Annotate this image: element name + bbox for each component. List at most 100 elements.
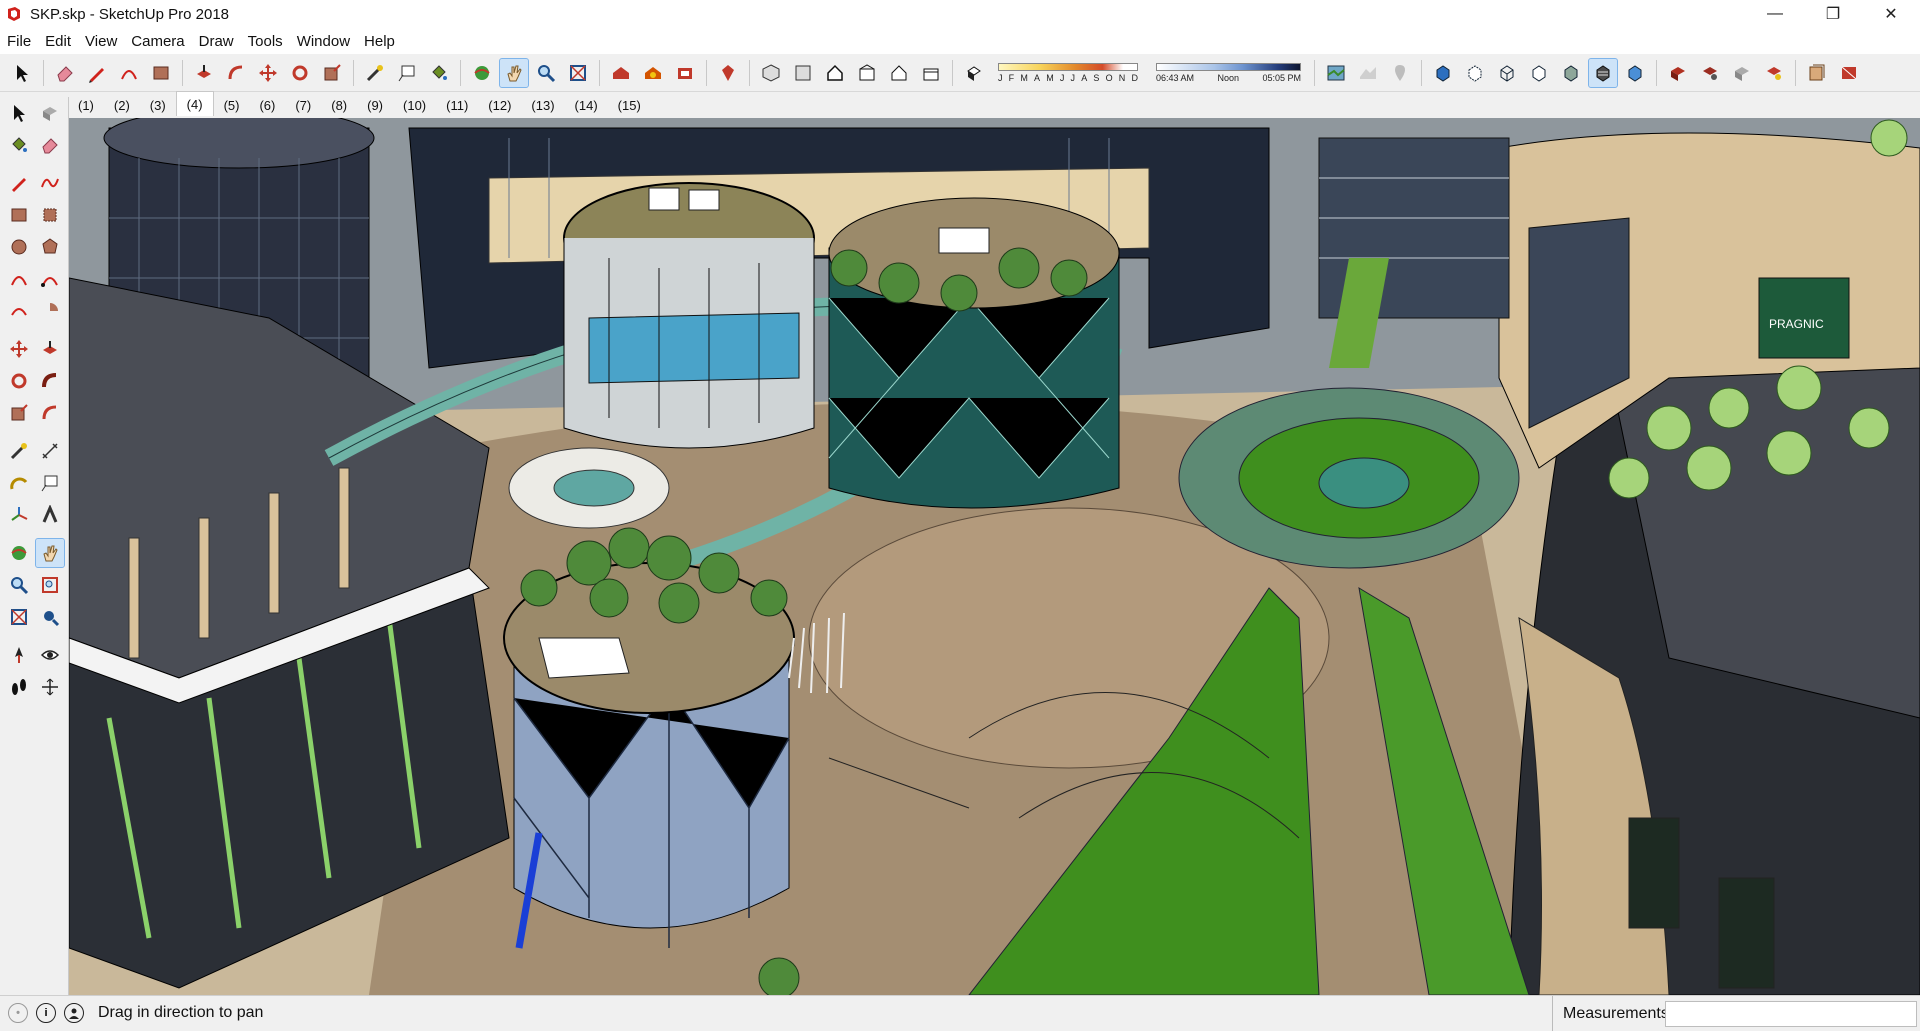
scene-tab-13[interactable]: (13) [521,94,564,116]
lt-previous-view-button[interactable] [36,603,64,631]
scene-tab-12[interactable]: (12) [478,94,521,116]
lt-follow-me-button[interactable] [36,367,64,395]
scene-tab-9[interactable]: (9) [357,94,393,116]
minimize-button[interactable]: — [1746,0,1804,28]
menu-file[interactable]: File [0,33,38,50]
lt-push-pull-button[interactable] [36,335,64,363]
lt-2point-arc-button[interactable] [36,265,64,293]
zoom-extents-tool-button[interactable] [564,59,592,87]
pan-tool-button[interactable] [499,57,529,88]
lt-paint-bucket-button[interactable] [5,131,33,159]
scene-tab-3[interactable]: (3) [140,94,176,116]
style-shaded-button[interactable] [1557,59,1585,87]
add-location-button[interactable] [1386,59,1414,87]
menu-tools[interactable]: Tools [241,33,290,50]
scene-tab-4[interactable]: (4) [175,91,214,116]
menu-window[interactable]: Window [290,33,357,50]
scene-tab-2[interactable]: (2) [104,94,140,116]
lt-orbit-button[interactable] [5,539,33,567]
view-iso-button[interactable] [757,59,785,87]
lt-text-button[interactable] [36,469,64,497]
shape-tool-button[interactable] [147,59,175,87]
eraser-tool-button[interactable] [51,59,79,87]
view-front-button[interactable] [821,59,849,87]
scale-tool-button[interactable] [318,59,346,87]
credits-info-icon[interactable]: i [36,1003,56,1023]
extension-manager-button[interactable] [714,59,742,87]
move-tool-button[interactable] [254,59,282,87]
generate-report-button[interactable] [1760,59,1788,87]
scene-tab-6[interactable]: (6) [249,94,285,116]
scene-tab-10[interactable]: (10) [393,94,436,116]
lt-zoom-button[interactable] [5,571,33,599]
rotate-tool-button[interactable] [286,59,314,87]
lt-3d-text-button[interactable] [36,501,64,529]
lt-move-button[interactable] [5,335,33,363]
lt-tape-measure-button[interactable] [5,437,33,465]
menu-draw[interactable]: Draw [192,33,241,50]
scene-tab-15[interactable]: (15) [608,94,651,116]
scene-tab-8[interactable]: (8) [321,94,357,116]
lt-make-component-button[interactable] [36,99,64,127]
lt-rotated-rectangle-button[interactable] [36,201,64,229]
user-account-icon[interactable] [64,1003,84,1023]
menu-view[interactable]: View [78,33,124,50]
shadows-toggle-button[interactable] [960,59,988,87]
tape-measure-tool-button[interactable] [361,59,389,87]
zoom-tool-button[interactable] [532,59,560,87]
paint-bucket-tool-button[interactable] [425,59,453,87]
lt-3point-arc-button[interactable] [5,297,33,325]
terrain-button[interactable] [1354,59,1382,87]
lt-select-button[interactable] [5,99,33,127]
component-options-button[interactable] [1696,59,1724,87]
line-tool-button[interactable] [83,59,111,87]
layout-button[interactable] [1803,59,1831,87]
lt-zoom-extents-button[interactable] [5,603,33,631]
view-right-button[interactable] [853,59,881,87]
lt-line-button[interactable] [5,169,33,197]
scene-tab-1[interactable]: (1) [68,94,104,116]
lt-offset-button[interactable] [36,399,64,427]
close-button[interactable]: ✕ [1862,0,1920,28]
date-slider[interactable] [998,62,1138,71]
view-back-button[interactable] [885,59,913,87]
lt-pan-button[interactable] [35,538,65,568]
lt-walk-button[interactable] [5,673,33,701]
style-hidden-line-button[interactable] [1525,59,1553,87]
style-xray-button[interactable] [1429,59,1457,87]
view-top-button[interactable] [789,59,817,87]
offset-tool-button[interactable] [222,59,250,87]
model-viewport[interactable]: PRAGNIC [69,118,1920,995]
lt-position-camera-button[interactable] [5,641,33,669]
extension-warehouse-button[interactable] [671,59,699,87]
menu-edit[interactable]: Edit [38,33,78,50]
lt-circle-button[interactable] [5,233,33,261]
lt-scale-button[interactable] [5,399,33,427]
share-model-button[interactable] [639,59,667,87]
lt-axes-button[interactable] [5,501,33,529]
map-button[interactable] [1322,59,1350,87]
lt-look-around-button[interactable] [36,641,64,669]
lt-section-plane-button[interactable] [36,673,64,701]
scene-tab-5[interactable]: (5) [214,94,250,116]
lt-zoom-window-button[interactable] [36,571,64,599]
push-pull-tool-button[interactable] [190,59,218,87]
lt-dimension-button[interactable] [36,437,64,465]
text-tool-button[interactable] [393,59,421,87]
style-monochrome-button[interactable] [1621,59,1649,87]
scene-tab-11[interactable]: (11) [436,94,478,116]
scene-tab-7[interactable]: (7) [285,94,321,116]
lt-protractor-button[interactable] [5,469,33,497]
lt-arc-button[interactable] [5,265,33,293]
lt-rectangle-button[interactable] [5,201,33,229]
style-shaded-textures-button[interactable] [1588,57,1618,88]
lt-freehand-button[interactable] [36,169,64,197]
component-attributes-button[interactable] [1728,59,1756,87]
arc-tool-button[interactable] [115,59,143,87]
maximize-button[interactable]: ❐ [1804,0,1862,28]
menu-help[interactable]: Help [357,33,402,50]
scene-tab-14[interactable]: (14) [565,94,608,116]
lt-pie-button[interactable] [36,297,64,325]
menu-camera[interactable]: Camera [124,33,191,50]
lt-rotate-button[interactable] [5,367,33,395]
